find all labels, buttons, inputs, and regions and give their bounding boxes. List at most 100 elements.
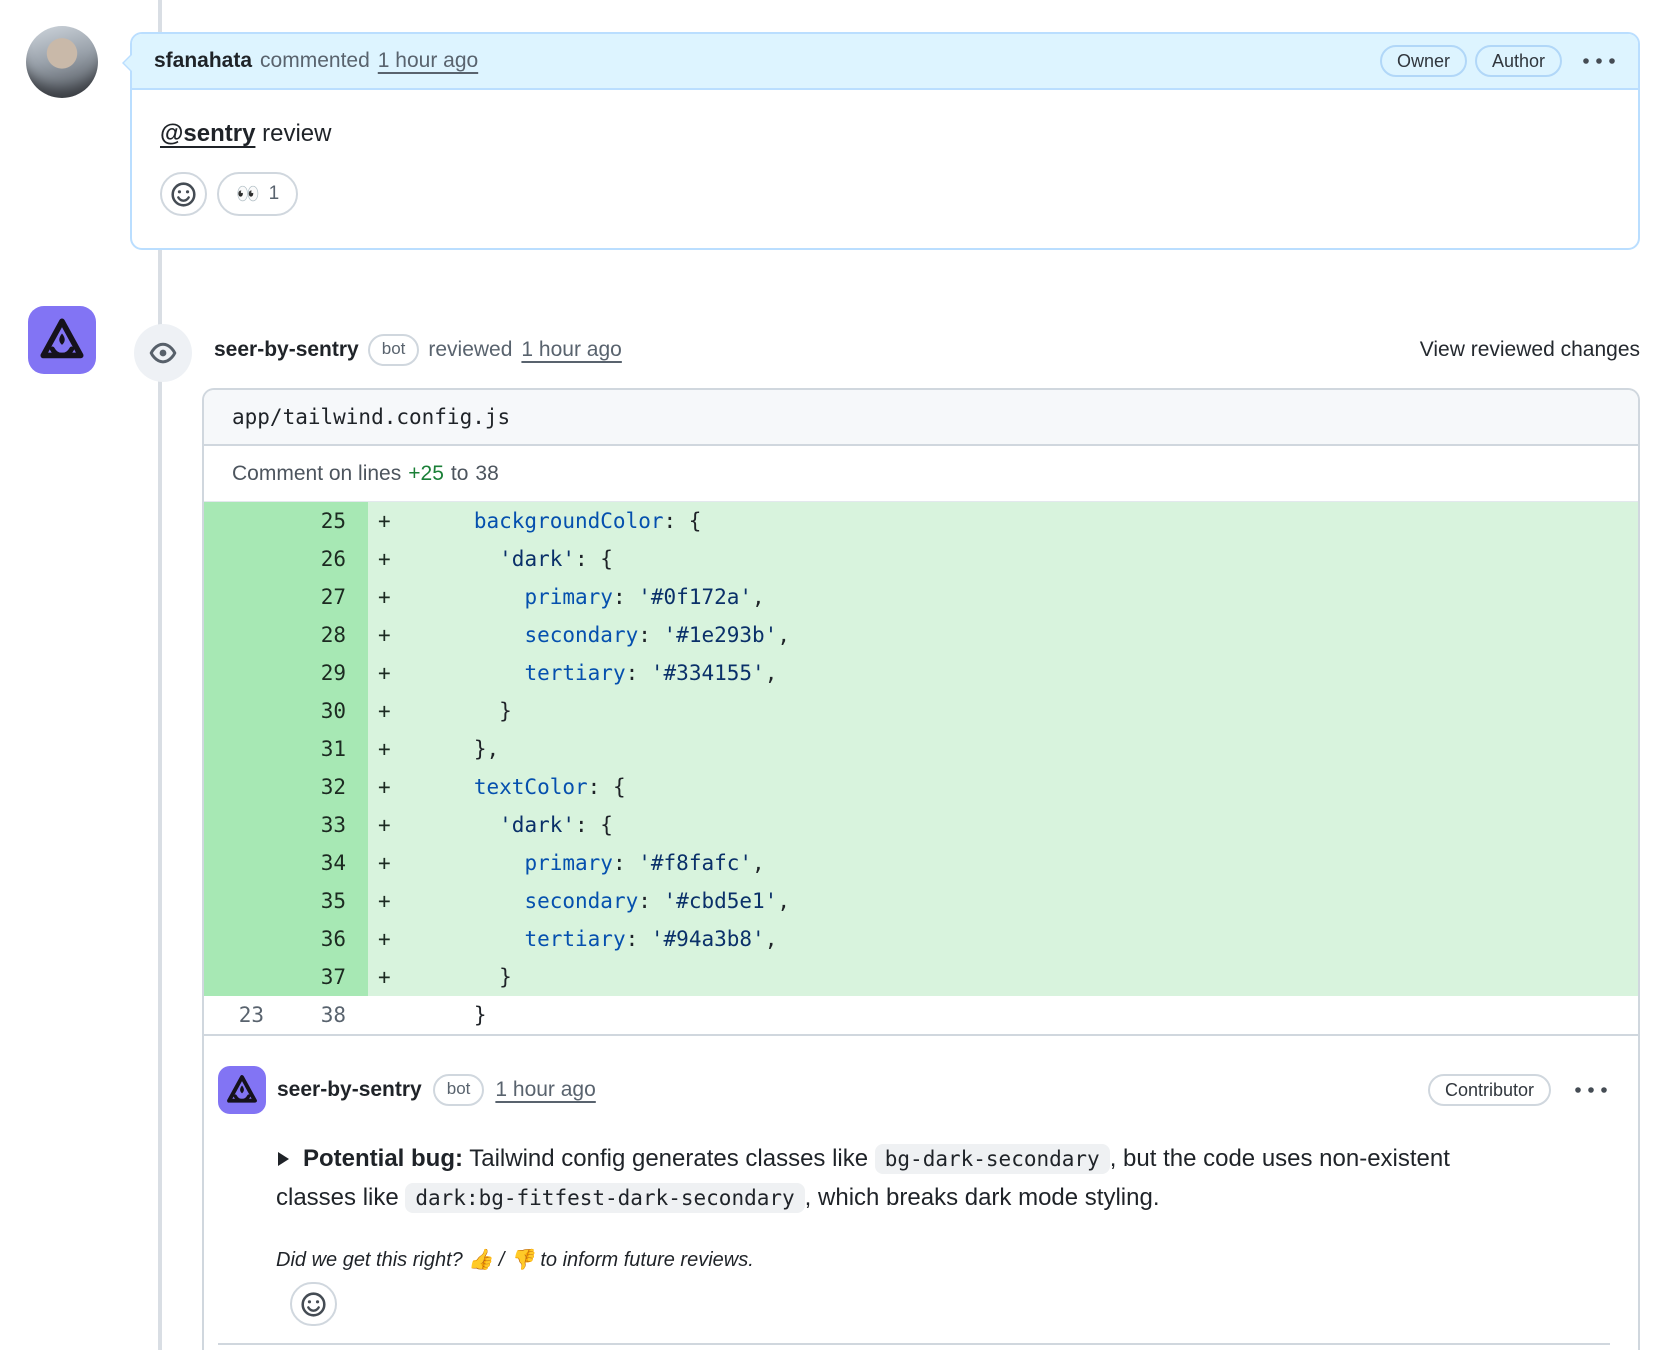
new-line-number[interactable]: 38 <box>286 996 368 1034</box>
code-line: + textColor: { <box>368 768 1638 806</box>
new-line-number[interactable]: 34 <box>286 844 368 882</box>
old-line-number[interactable] <box>204 806 286 844</box>
code-text: primary: '#0f172a', <box>398 578 764 616</box>
code-token: secondary <box>524 889 639 913</box>
new-line-number[interactable]: 29 <box>286 654 368 692</box>
bot-comment-author[interactable]: seer-by-sentry <box>277 1078 422 1102</box>
old-line-number[interactable] <box>204 730 286 768</box>
user-avatar[interactable] <box>26 26 98 98</box>
diff-marker: + <box>378 927 391 951</box>
range-start: +25 <box>408 461 444 485</box>
diff-line-33: 33 + 'dark': { <box>204 806 1638 844</box>
new-line-number[interactable]: 27 <box>286 578 368 616</box>
add-reaction-button[interactable] <box>290 1282 337 1326</box>
comment-text: review <box>255 120 332 147</box>
old-line-number[interactable] <box>204 920 286 958</box>
old-line-number[interactable] <box>204 616 286 654</box>
diff-marker: + <box>378 851 391 875</box>
file-path-link[interactable]: app/tailwind.config.js <box>232 405 510 429</box>
new-line-number[interactable]: 36 <box>286 920 368 958</box>
new-line-number[interactable]: 37 <box>286 958 368 996</box>
code-text: }, <box>398 730 499 768</box>
old-line-number[interactable] <box>204 768 286 806</box>
review-author[interactable]: seer-by-sentry <box>214 338 359 362</box>
kebab-icon[interactable] <box>1580 56 1618 66</box>
diff-file-header: app/tailwind.config.js <box>204 390 1638 446</box>
bot-comment: seer-by-sentry bot 1 hour ago Contributo… <box>204 1034 1638 1345</box>
new-line-number[interactable]: 31 <box>286 730 368 768</box>
collapse-triangle-icon[interactable] <box>276 1142 291 1179</box>
bot-comment-timestamp[interactable]: 1 hour ago <box>495 1078 595 1102</box>
old-line-number[interactable] <box>204 540 286 578</box>
diff-marker: + <box>378 509 391 533</box>
comment-range-row: Comment on lines +25 to 38 <box>204 446 1638 502</box>
mention-link[interactable]: @sentry <box>160 120 255 147</box>
code-token: : { <box>663 509 702 533</box>
new-line-number[interactable]: 35 <box>286 882 368 920</box>
diff-table: 25 + backgroundColor: {26 + 'dark': {27 + p… <box>204 502 1638 1034</box>
code-line: + secondary: '#cbd5e1', <box>368 882 1638 920</box>
kebab-icon[interactable] <box>1572 1085 1610 1095</box>
code-token: : <box>638 889 664 913</box>
code-line: + } <box>368 958 1638 996</box>
diff-line-31: 31 + }, <box>204 730 1638 768</box>
old-line-number[interactable] <box>204 844 286 882</box>
code-text: 'dark': { <box>398 540 613 578</box>
new-line-number[interactable]: 30 <box>286 692 368 730</box>
new-line-number[interactable]: 26 <box>286 540 368 578</box>
new-line-number[interactable]: 28 <box>286 616 368 654</box>
code-text: primary: '#f8fafc', <box>398 844 765 882</box>
seer-logo-icon <box>227 1075 257 1103</box>
code-token: : { <box>575 813 613 837</box>
code-token: textColor <box>473 775 588 799</box>
code-line: + 'dark': { <box>368 540 1638 578</box>
view-reviewed-changes-link[interactable]: View reviewed changes <box>1420 338 1640 362</box>
code-token: : <box>625 927 651 951</box>
eyes-reaction-button[interactable]: 👀 1 <box>217 172 299 216</box>
code-token: tertiary <box>524 661 626 685</box>
new-line-number[interactable]: 32 <box>286 768 368 806</box>
old-line-number[interactable]: 23 <box>204 996 286 1034</box>
old-line-number[interactable] <box>204 882 286 920</box>
code-text: } <box>398 692 512 730</box>
reaction-count: 1 <box>268 183 280 204</box>
code-token: primary <box>524 585 613 609</box>
code-text: secondary: '#cbd5e1', <box>398 882 790 920</box>
code-token: : <box>625 661 651 685</box>
new-line-number[interactable]: 25 <box>286 502 368 540</box>
add-reaction-button[interactable] <box>160 172 207 216</box>
code-text: tertiary: '#334155', <box>398 654 777 692</box>
inline-code: dark:bg-fitfest-dark-secondary <box>405 1183 805 1213</box>
review-timestamp[interactable]: 1 hour ago <box>521 338 621 362</box>
range-end: 38 <box>475 461 499 485</box>
diff-line-37: 37 + } <box>204 958 1638 996</box>
old-line-number[interactable] <box>204 654 286 692</box>
code-line: } <box>368 996 1638 1034</box>
seer-bot-avatar-small[interactable] <box>218 1066 266 1114</box>
code-text: textColor: { <box>398 768 626 806</box>
code-token: : <box>612 585 639 609</box>
diff-line-35: 35 + secondary: '#cbd5e1', <box>204 882 1638 920</box>
new-line-number[interactable]: 33 <box>286 806 368 844</box>
code-token: , <box>752 851 765 875</box>
comment-author[interactable]: sfanahata <box>154 49 252 73</box>
comment-timestamp[interactable]: 1 hour ago <box>378 49 478 73</box>
seer-bot-avatar[interactable] <box>28 306 96 374</box>
bot-comment-body: Potential bug: Tailwind config generates… <box>276 1140 1536 1217</box>
old-line-number[interactable] <box>204 578 286 616</box>
body-text: Potential bug: <box>303 1145 463 1172</box>
code-token: }, <box>398 737 500 761</box>
eyes-emoji: 👀 <box>236 184 260 205</box>
old-line-number[interactable] <box>204 692 286 730</box>
comment-body: @sentry review <box>132 90 1638 148</box>
body-text: Tailwind config generates classes like <box>462 1145 875 1172</box>
bot-reactions-row <box>290 1282 1610 1326</box>
diff-line-29: 29 + tertiary: '#334155', <box>204 654 1638 692</box>
contributor-badge: Contributor <box>1427 1074 1551 1106</box>
old-line-number[interactable] <box>204 502 286 540</box>
diff-line-38: 23 38 } <box>204 996 1638 1034</box>
code-token: : <box>638 623 664 647</box>
code-token: '#f8fafc' <box>638 851 753 875</box>
old-line-number[interactable] <box>204 958 286 996</box>
